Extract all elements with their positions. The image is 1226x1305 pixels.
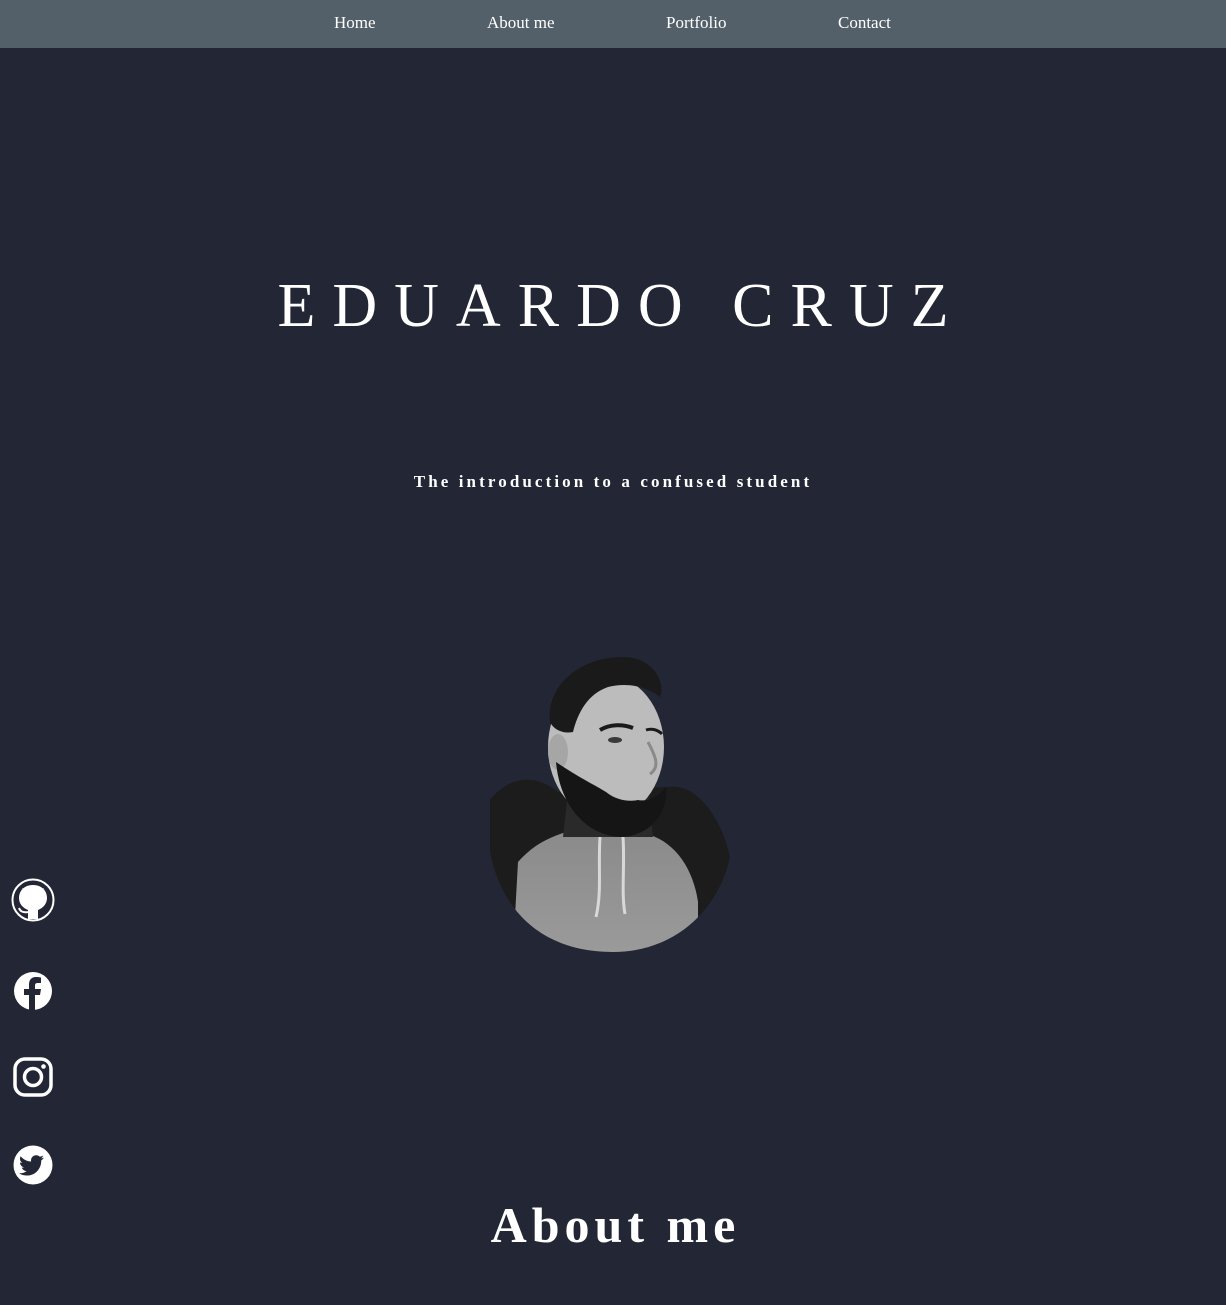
twitter-icon[interactable]: [11, 1143, 55, 1187]
hero-tagline: The introduction to a confused student: [413, 472, 813, 491]
instagram-icon[interactable]: [11, 1055, 55, 1099]
profile-photo: [488, 652, 730, 952]
top-navigation-bar: Home About me Portfolio Contact: [0, 0, 1226, 48]
nav-link-portfolio[interactable]: Portfolio: [666, 12, 726, 34]
nav-link-contact[interactable]: Contact: [838, 12, 891, 34]
nav-link-about-me[interactable]: About me: [487, 12, 555, 34]
nav-link-home[interactable]: Home: [334, 12, 376, 34]
about-me-heading: About me: [490, 1197, 741, 1253]
facebook-icon[interactable]: [11, 969, 55, 1013]
hero-name: EDUARDO CRUZ: [277, 272, 966, 340]
github-icon[interactable]: [11, 878, 55, 922]
profile-photo-illustration: [490, 652, 730, 952]
